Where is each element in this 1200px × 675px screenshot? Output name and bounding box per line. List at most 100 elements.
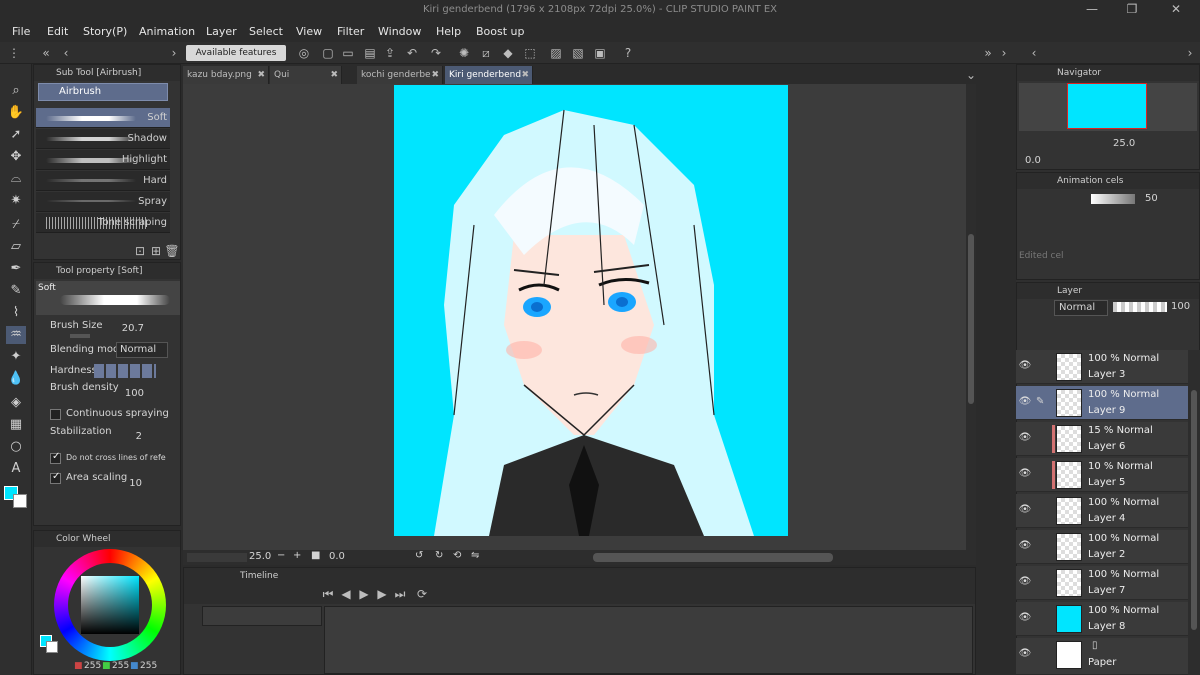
- layer-row[interactable]: 👁 100 % Normal Layer 3: [1016, 350, 1188, 384]
- menu-layer[interactable]: Layer: [206, 25, 237, 38]
- eye-icon[interactable]: 👁: [1018, 576, 1032, 587]
- navigator-rotation-value[interactable]: 0.0: [1025, 155, 1041, 166]
- area-scaling-value[interactable]: 10: [129, 478, 142, 489]
- minimize-icon[interactable]: —: [1072, 2, 1112, 20]
- layer-row[interactable]: 👁 ▯ Paper: [1016, 638, 1188, 675]
- vertical-scrollbar[interactable]: [966, 84, 976, 550]
- layer-row[interactable]: 👁 ✎ 100 % Normal Layer 9: [1016, 386, 1188, 420]
- go-to-start-icon[interactable]: ⏮: [320, 586, 336, 602]
- layer-opacity-value[interactable]: 100: [1171, 301, 1190, 312]
- continuous-spraying-row[interactable]: Continuous spraying: [36, 406, 170, 426]
- undo-icon[interactable]: ↶: [404, 45, 420, 61]
- export-icon[interactable]: ⇪: [382, 45, 398, 61]
- menu-help[interactable]: Help: [436, 25, 461, 38]
- new-subtool-icon[interactable]: ⊞: [148, 243, 164, 259]
- eyedropper-tool-icon[interactable]: ⌿: [6, 216, 26, 234]
- hardness-selector[interactable]: [94, 364, 156, 378]
- chevron-left-icon[interactable]: ‹: [1026, 45, 1042, 61]
- area-scaling-row[interactable]: Area scaling 10: [36, 470, 170, 490]
- rotate-left-icon[interactable]: ↺: [415, 550, 423, 561]
- eye-icon[interactable]: 👁: [1018, 648, 1032, 659]
- sub-color-swatch[interactable]: [13, 494, 27, 508]
- chevron-left-icon[interactable]: ‹: [58, 45, 74, 61]
- canvas-zoom-value[interactable]: 25.0: [249, 551, 271, 562]
- tab-kochi-genderbend[interactable]: kochi genderbe ✖: [357, 66, 443, 84]
- layer-row[interactable]: 👁 100 % Normal Layer 7: [1016, 566, 1188, 600]
- continuous-spraying-checkbox[interactable]: [50, 409, 61, 420]
- blending-mode-row[interactable]: Blending mode Normal: [36, 342, 170, 362]
- layer-opacity-slider[interactable]: [1113, 302, 1167, 312]
- artwork-canvas[interactable]: [394, 85, 788, 536]
- text-tool-icon[interactable]: A: [6, 460, 26, 478]
- close-tab-icon[interactable]: ✖: [330, 66, 338, 84]
- eye-icon[interactable]: 👁: [1018, 360, 1032, 371]
- play-icon[interactable]: ▶: [356, 586, 372, 602]
- horizontal-scrollbar[interactable]: [593, 553, 833, 562]
- redo-icon[interactable]: ↷: [428, 45, 444, 61]
- layer-row[interactable]: 👁 15 % Normal Layer 6: [1016, 422, 1188, 456]
- canvas-rotation-value[interactable]: 0.0: [329, 551, 345, 562]
- eye-icon[interactable]: 👁: [1018, 504, 1032, 515]
- brush-spray[interactable]: Spray: [36, 192, 170, 212]
- do-not-cross-row[interactable]: Do not cross lines of reference l: [36, 450, 170, 470]
- layer-row[interactable]: 👁 100 % Normal Layer 2: [1016, 530, 1188, 564]
- open-file-icon[interactable]: ▭: [340, 45, 356, 61]
- fill-icon[interactable]: ◆: [500, 45, 516, 61]
- chevron-right-icon[interactable]: ›: [166, 45, 182, 61]
- eye-icon[interactable]: 👁: [1018, 540, 1032, 551]
- next-frame-icon[interactable]: ▶: [374, 586, 390, 602]
- layer-row[interactable]: 👁 100 % Normal Layer 4: [1016, 494, 1188, 528]
- flip-horizontal-icon[interactable]: ⇋: [471, 550, 479, 561]
- copy-subtool-icon[interactable]: ⊡: [132, 243, 148, 259]
- go-to-end-icon[interactable]: ⏭: [392, 586, 408, 602]
- brush-tone-scraping[interactable]: Tone scraping: [36, 213, 170, 233]
- fit-icon[interactable]: ■: [311, 550, 320, 561]
- hand-tool-icon[interactable]: ✋: [6, 104, 26, 122]
- onion-skin-slider[interactable]: [1091, 194, 1135, 204]
- zoom-out-icon[interactable]: −: [277, 550, 285, 561]
- layer-row[interactable]: 👁 10 % Normal Layer 5: [1016, 458, 1188, 492]
- subtool-group-airbrush[interactable]: Airbrush: [38, 83, 168, 101]
- invert-selection-icon[interactable]: ▧: [570, 45, 586, 61]
- close-tab-icon[interactable]: ✖: [431, 66, 439, 84]
- timeline-track-list[interactable]: [202, 606, 322, 626]
- brush-hard[interactable]: Hard: [36, 171, 170, 191]
- eraser-tool-icon[interactable]: ▱: [6, 238, 26, 256]
- brush-tool-icon[interactable]: ⌇: [6, 304, 26, 322]
- tab-qui-genderbend[interactable]: Qui Genderbend✖: [270, 66, 342, 98]
- close-tab-icon[interactable]: ✖: [257, 66, 265, 84]
- deselect-icon[interactable]: ▨: [548, 45, 564, 61]
- zoom-in-icon[interactable]: +: [293, 550, 301, 561]
- timeline-frames[interactable]: [324, 606, 973, 674]
- maximize-icon[interactable]: ❐: [1112, 2, 1152, 20]
- collapse-icon[interactable]: «: [38, 45, 54, 61]
- lasso-tool-icon[interactable]: ⌓: [6, 170, 26, 188]
- navigator-zoom-value[interactable]: 25.0: [1113, 138, 1135, 149]
- layer-blend-mode-select[interactable]: Normal: [1054, 300, 1108, 316]
- collapse-right-icon[interactable]: »: [980, 45, 996, 61]
- show-selection-icon[interactable]: ▣: [592, 45, 608, 61]
- zoom-slider[interactable]: [187, 553, 247, 562]
- chevron-right-icon[interactable]: ›: [996, 45, 1012, 61]
- brush-shadow[interactable]: Shadow: [36, 129, 170, 149]
- menu-filter[interactable]: Filter: [337, 25, 364, 38]
- tab-kazu-bday[interactable]: kazu bday.png ✖: [183, 66, 269, 84]
- brush-density-value[interactable]: 100: [125, 388, 144, 399]
- save-icon[interactable]: ▤: [362, 45, 378, 61]
- onion-skin-opacity[interactable]: 50: [1145, 193, 1158, 204]
- tab-list-chevron-icon[interactable]: ⌄: [963, 67, 979, 83]
- figure-tool-icon[interactable]: ○: [6, 438, 26, 456]
- brush-size-row[interactable]: Brush Size 20.7: [36, 320, 170, 340]
- sub-color-chip[interactable]: [46, 641, 58, 653]
- reset-rotation-icon[interactable]: ⟲: [453, 550, 461, 561]
- blending-mode-select[interactable]: Normal: [116, 342, 168, 358]
- menu-file[interactable]: File: [12, 25, 30, 38]
- menu-boost-up[interactable]: Boost up: [476, 25, 525, 38]
- menu-animation[interactable]: Animation: [139, 25, 195, 38]
- clip-studio-icon[interactable]: ◎: [296, 45, 312, 61]
- close-tab-icon[interactable]: ✖: [521, 66, 529, 84]
- menu-view[interactable]: View: [296, 25, 322, 38]
- layer-row[interactable]: 👁 100 % Normal Layer 8: [1016, 602, 1188, 636]
- tab-kiri-genderbend[interactable]: Kiri genderbend ✖: [445, 66, 533, 84]
- do-not-cross-checkbox[interactable]: [50, 451, 61, 464]
